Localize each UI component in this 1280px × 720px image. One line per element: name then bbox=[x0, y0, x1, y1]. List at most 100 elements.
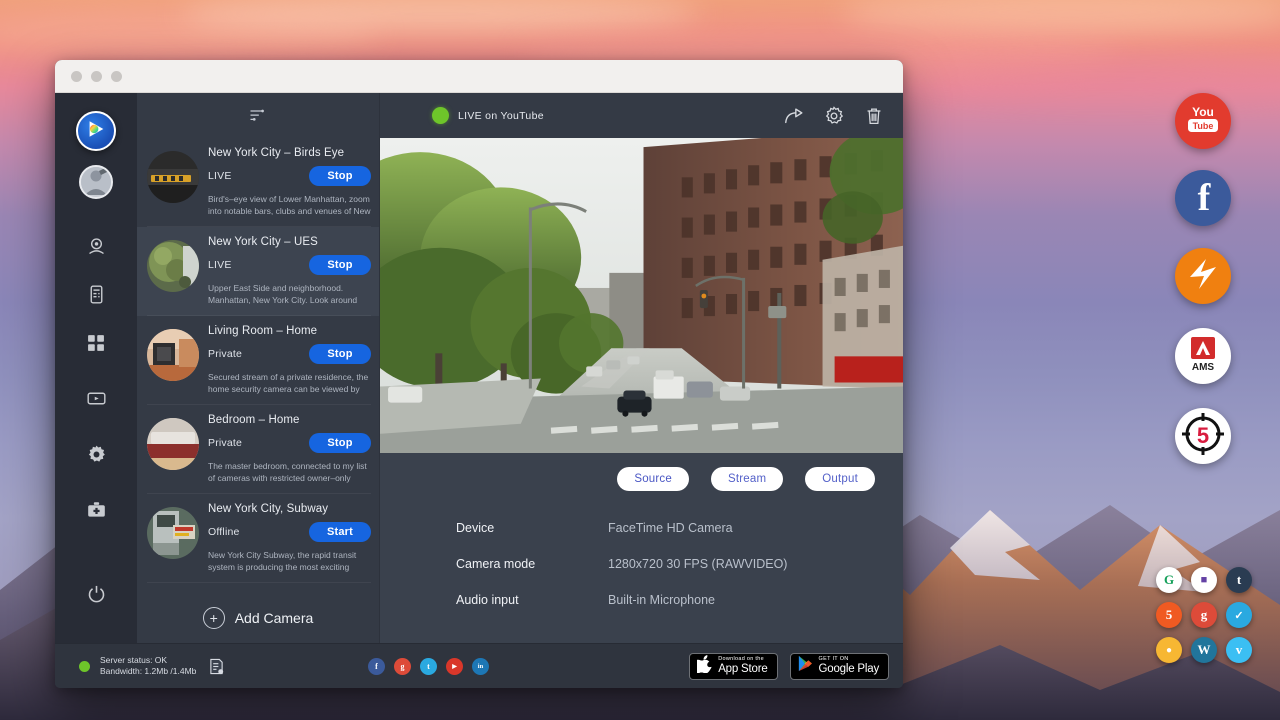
camera-title: New York City – Birds Eye bbox=[208, 147, 371, 159]
info-value: FaceTime HD Camera bbox=[608, 521, 733, 535]
list-item[interactable]: Bedroom – Home Private Stop The master b… bbox=[137, 405, 379, 494]
google-play-badge[interactable]: GET IT ON Google Play bbox=[790, 653, 889, 680]
camera-description: Upper East Side and neighborhood. Manhat… bbox=[208, 282, 371, 307]
server-status: Server status: OK Bandwidth: 1.2Mb /1.4M… bbox=[69, 655, 312, 677]
list-item[interactable]: Living Room – Home Private Stop Secured … bbox=[137, 316, 379, 405]
twitter-icon[interactable]: t bbox=[420, 658, 437, 675]
camera-action-button[interactable]: Start bbox=[309, 522, 371, 542]
user-avatar[interactable] bbox=[79, 165, 113, 199]
sidebar-item-cameras[interactable] bbox=[76, 229, 116, 269]
crosshair-five-icon: 5 bbox=[1180, 411, 1226, 462]
camera-list-panel: New York City – Birds Eye LIVE Stop Bird… bbox=[137, 93, 380, 643]
google-plus-shortcut[interactable]: g bbox=[1191, 602, 1217, 628]
flash-media-server-shortcut[interactable]: 5 bbox=[1175, 408, 1231, 464]
share-arrow-icon[interactable] bbox=[783, 105, 805, 127]
tumblr-shortcut[interactable]: t bbox=[1226, 567, 1252, 593]
left-rail bbox=[55, 93, 137, 643]
adobe-ams-shortcut[interactable]: AMS bbox=[1175, 328, 1231, 384]
grammarly-shortcut[interactable]: G bbox=[1156, 567, 1182, 593]
camera-description: The master bedroom, connected to my list… bbox=[208, 460, 371, 485]
camera-action-button[interactable]: Stop bbox=[309, 433, 371, 453]
lightning-bolt-icon bbox=[1182, 253, 1224, 300]
log-document-icon[interactable] bbox=[209, 658, 224, 675]
app-store-badge[interactable]: Download on the App Store bbox=[689, 653, 777, 680]
svg-text:5: 5 bbox=[1197, 423, 1209, 448]
camera-status: LIVE bbox=[208, 170, 232, 182]
svg-text:You: You bbox=[1192, 105, 1214, 119]
google-plus-icon[interactable]: g bbox=[394, 658, 411, 675]
play-logo-icon bbox=[85, 118, 107, 145]
tab-stream[interactable]: Stream bbox=[711, 467, 783, 491]
camera-thumbnail bbox=[147, 418, 199, 470]
detail-tabs: Source Stream Output bbox=[380, 453, 903, 491]
social-links: f g t ▶ in bbox=[368, 658, 489, 675]
adobe-ams-icon: AMS bbox=[1181, 333, 1225, 380]
cloud bbox=[900, 60, 1280, 96]
camera-action-button[interactable]: Stop bbox=[309, 166, 371, 186]
facebook-shortcut[interactable]: f bbox=[1175, 170, 1231, 226]
camera-title: Living Room – Home bbox=[208, 325, 371, 337]
five-shortcut[interactable]: 5 bbox=[1156, 602, 1182, 628]
sort-filter-icon[interactable] bbox=[248, 106, 268, 126]
camera-status: Private bbox=[208, 348, 242, 360]
sidebar-item-support[interactable] bbox=[76, 493, 116, 533]
info-label: Device bbox=[456, 521, 608, 535]
status-bar: Server status: OK Bandwidth: 1.2Mb /1.4M… bbox=[55, 643, 903, 688]
wordpress-shortcut[interactable]: W bbox=[1191, 637, 1217, 663]
gear-icon[interactable] bbox=[823, 105, 845, 127]
linkedin-icon[interactable]: in bbox=[472, 658, 489, 675]
trash-icon[interactable] bbox=[863, 105, 885, 127]
app-window: New York City – Birds Eye LIVE Stop Bird… bbox=[55, 60, 903, 688]
camera-status-row: Private Stop bbox=[208, 433, 371, 453]
app-store-big: App Store bbox=[718, 663, 767, 675]
sunset-shortcut[interactable]: ● bbox=[1156, 637, 1182, 663]
tab-output[interactable]: Output bbox=[805, 467, 875, 491]
preview-frame bbox=[380, 138, 903, 453]
minimize-button[interactable] bbox=[91, 71, 102, 82]
mobile-device-icon bbox=[86, 284, 107, 310]
camera-list[interactable]: New York City – Birds Eye LIVE Stop Bird… bbox=[137, 138, 379, 643]
source-info: Device FaceTime HD Camera Camera mode 12… bbox=[380, 491, 903, 629]
close-button[interactable] bbox=[71, 71, 82, 82]
sidebar-item-settings[interactable] bbox=[76, 437, 116, 477]
svg-text:f: f bbox=[1198, 177, 1212, 216]
camera-action-button[interactable]: Stop bbox=[309, 344, 371, 364]
sidebar-item-power[interactable] bbox=[76, 577, 116, 617]
facebook-icon[interactable]: f bbox=[368, 658, 385, 675]
svg-text:AMS: AMS bbox=[1192, 362, 1215, 373]
camera-title: Bedroom – Home bbox=[208, 414, 371, 426]
tab-source[interactable]: Source bbox=[617, 467, 689, 491]
camera-thumbnail bbox=[147, 507, 199, 559]
desktop-background: New York City – Birds Eye LIVE Stop Bird… bbox=[0, 0, 1280, 720]
camera-description: Secured stream of a private residence, t… bbox=[208, 371, 371, 396]
list-item[interactable]: New York City – Birds Eye LIVE Stop Bird… bbox=[137, 138, 379, 227]
sidebar-item-broadcasts[interactable] bbox=[76, 381, 116, 421]
info-row-audio-input: Audio input Built-in Microphone bbox=[456, 593, 903, 607]
main-actions bbox=[783, 105, 885, 127]
sidebar-item-devices[interactable] bbox=[76, 277, 116, 317]
wowza-shortcut[interactable] bbox=[1175, 248, 1231, 304]
sidebar-item-dashboard[interactable] bbox=[76, 325, 116, 365]
twitter-shortcut[interactable]: ✓ bbox=[1226, 602, 1252, 628]
avatar-icon bbox=[81, 165, 111, 199]
add-camera-label: Add Camera bbox=[235, 610, 314, 626]
main-toolbar: LIVE on YouTube bbox=[380, 93, 903, 138]
svg-text:Tube: Tube bbox=[1193, 121, 1214, 131]
list-item[interactable]: New York City – UES LIVE Stop Upper East… bbox=[137, 227, 379, 316]
grid-icon bbox=[86, 333, 106, 358]
add-camera-button[interactable]: + Add Camera bbox=[137, 583, 379, 639]
list-item[interactable]: New York City, Subway Offline Start New … bbox=[137, 494, 379, 583]
window-titlebar bbox=[55, 60, 903, 93]
info-row-camera-mode: Camera mode 1280x720 30 FPS (RAWVIDEO) bbox=[456, 557, 903, 571]
youtube-shortcut[interactable]: You Tube bbox=[1175, 93, 1231, 149]
camera-action-button[interactable]: Stop bbox=[309, 255, 371, 275]
youtube-icon[interactable]: ▶ bbox=[446, 658, 463, 675]
plus-circle-icon: + bbox=[203, 607, 225, 629]
store-badges: Download on the App Store bbox=[689, 653, 889, 680]
zoom-button[interactable] bbox=[111, 71, 122, 82]
app-logo-button[interactable] bbox=[76, 111, 116, 151]
camera-status: Private bbox=[208, 437, 242, 449]
twitch-shortcut[interactable]: ■ bbox=[1191, 567, 1217, 593]
vimeo-shortcut[interactable]: v bbox=[1226, 637, 1252, 663]
video-preview[interactable] bbox=[380, 138, 903, 453]
